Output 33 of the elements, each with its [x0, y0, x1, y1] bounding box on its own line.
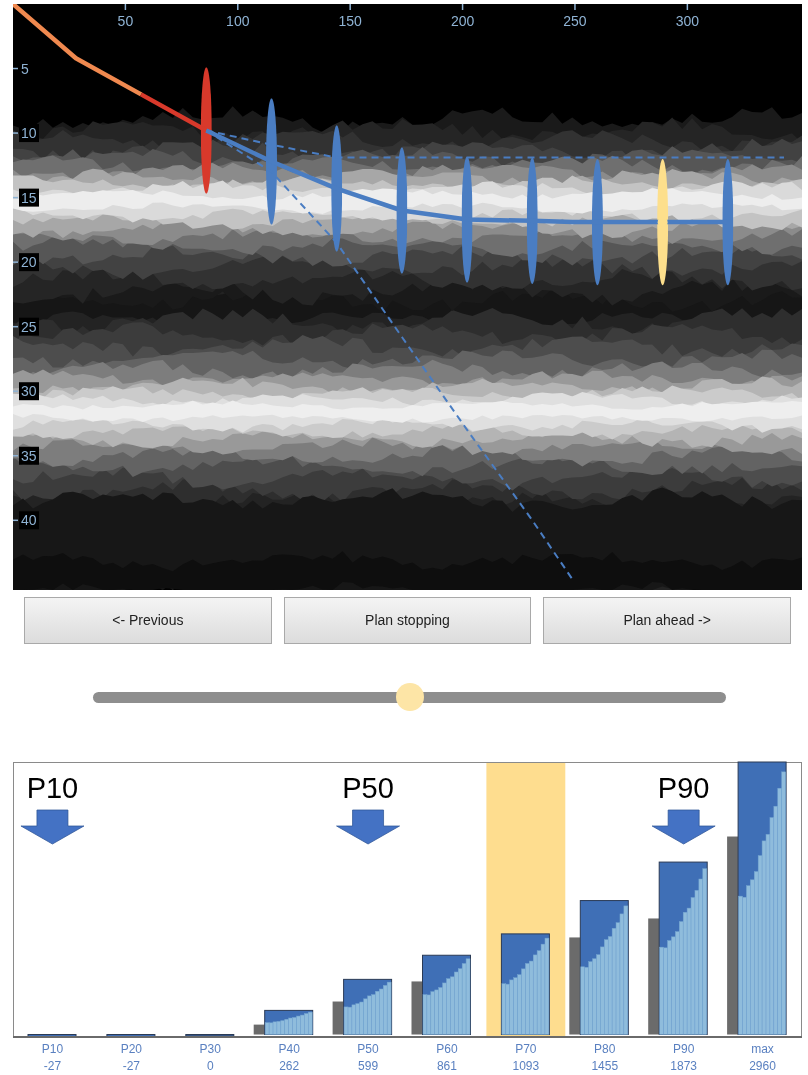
category-label: max [751, 1042, 774, 1056]
category-label: P60 [436, 1042, 458, 1056]
value-label: 599 [358, 1059, 379, 1073]
x-tick-label: 200 [450, 13, 475, 29]
y-tick-label: 10 [19, 124, 39, 143]
value-label: -27 [122, 1059, 140, 1073]
category-label: P70 [515, 1042, 537, 1056]
x-tick-label: 250 [563, 13, 587, 29]
category-label: P40 [278, 1042, 300, 1056]
y-tick-label: 40 [19, 511, 39, 530]
arrow-label: P10 [26, 772, 79, 804]
category-label: P20 [120, 1042, 143, 1056]
y-tick-label: 30 [19, 382, 39, 401]
category-label: P30 [199, 1042, 221, 1056]
value-label: 0 [206, 1059, 214, 1073]
value-label: -27 [43, 1059, 62, 1073]
arrow-label: P50 [342, 772, 394, 804]
x-tick-label: 50 [117, 13, 134, 29]
x-tick-label: 150 [338, 13, 362, 29]
y-tick-label: 20 [19, 253, 39, 272]
value-label: 1093 [512, 1059, 540, 1073]
value-label: 2960 [749, 1059, 776, 1073]
value-label: 262 [279, 1059, 300, 1073]
category-label: P80 [594, 1042, 616, 1056]
value-label: 1873 [670, 1059, 697, 1073]
value-label: 1455 [591, 1059, 619, 1073]
category-label: P10 [41, 1042, 64, 1056]
category-label: P50 [357, 1042, 379, 1056]
value-label: 861 [436, 1059, 457, 1073]
category-label: P90 [672, 1042, 695, 1056]
arrow-label: P90 [657, 772, 710, 804]
x-tick-label: 100 [226, 13, 250, 29]
x-tick-label: 300 [675, 13, 700, 29]
